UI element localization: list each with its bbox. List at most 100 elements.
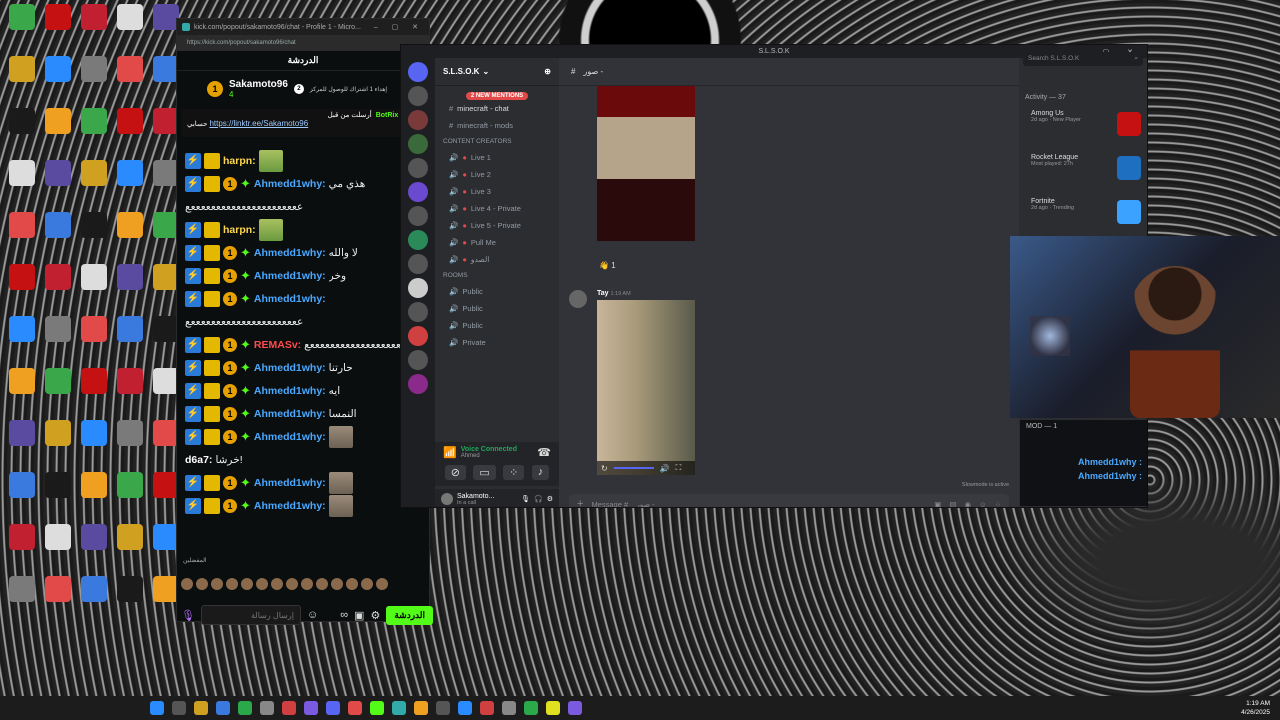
- kick-chat-input[interactable]: [200, 605, 301, 625]
- taskbar-app-icon[interactable]: [326, 701, 340, 715]
- message-author[interactable]: Tay: [597, 290, 609, 297]
- desktop-app-icon[interactable]: [76, 420, 112, 446]
- voice-status[interactable]: Voice Connected: [461, 446, 517, 453]
- kick-url-bar[interactable]: https://kick.com/popout/sakamoto96/chat: [177, 35, 429, 51]
- desktop-app-icon[interactable]: [40, 316, 76, 342]
- pinned-user[interactable]: BotRix: [376, 112, 399, 119]
- room-channel-item[interactable]: 🔊 Private: [435, 334, 559, 351]
- desktop-app-icon[interactable]: [40, 368, 76, 394]
- avatar[interactable]: [441, 493, 453, 505]
- room-channel-item[interactable]: 🔊 Public: [435, 317, 559, 334]
- taskbar-app-icon[interactable]: [524, 701, 538, 715]
- message-input[interactable]: + Message # صور - ▣ ▤ ◉ ☺ ⁘: [569, 494, 1009, 508]
- desktop-app-icon[interactable]: [112, 264, 148, 290]
- desktop-app-icon[interactable]: [112, 524, 148, 550]
- desktop-app-icon[interactable]: [76, 316, 112, 342]
- desktop-app-icon[interactable]: [76, 368, 112, 394]
- server-icon[interactable]: [408, 134, 428, 154]
- taskbar-app-icon[interactable]: [502, 701, 516, 715]
- desktop-app-icon[interactable]: [40, 108, 76, 134]
- sticker-icon[interactable]: ◉: [964, 500, 971, 508]
- tab-chat[interactable]: الدردشة: [177, 51, 429, 71]
- taskbar-app-icon[interactable]: [348, 701, 362, 715]
- taskbar-app-icon[interactable]: [370, 701, 384, 715]
- window-controls-icon[interactable]: – ▢ ✕: [374, 23, 424, 31]
- chat-username[interactable]: harpn:: [223, 224, 256, 236]
- room-channel-item[interactable]: 🔊 Public: [435, 300, 559, 317]
- chat-username[interactable]: d6a7:: [185, 454, 212, 466]
- link-icon[interactable]: ∞: [340, 609, 348, 621]
- streamer-name[interactable]: Sakamoto96: [229, 79, 288, 90]
- desktop-app-icon[interactable]: [76, 56, 112, 82]
- chat-username[interactable]: Ahmedd1why:: [254, 270, 326, 282]
- channel-item[interactable]: # minecraft - mods: [435, 117, 559, 134]
- server-icon[interactable]: [408, 158, 428, 178]
- voice-channel-item[interactable]: 🔊 ● Live 1: [435, 149, 559, 166]
- voice-channel-item[interactable]: 🔊 ● Live 2: [435, 166, 559, 183]
- image-attachment[interactable]: [597, 86, 695, 241]
- server-icon[interactable]: [408, 230, 428, 250]
- taskbar-app-icon[interactable]: [216, 701, 230, 715]
- desktop-app-icon[interactable]: [76, 472, 112, 498]
- disconnect-icon[interactable]: ☎: [537, 446, 551, 459]
- desktop-app-icon[interactable]: [40, 160, 76, 186]
- chat-username[interactable]: Ahmedd1why:: [254, 431, 326, 443]
- avatar[interactable]: [569, 290, 587, 308]
- desktop-app-icon[interactable]: [112, 108, 148, 134]
- taskbar-app-icon[interactable]: [568, 701, 582, 715]
- desktop-app-icon[interactable]: [4, 56, 40, 82]
- desktop-app-icon[interactable]: [76, 264, 112, 290]
- desktop-app-icon[interactable]: [4, 4, 40, 30]
- voice-channel-item[interactable]: 🔊 ● Live 4 - Private: [435, 200, 559, 217]
- chat-message-list[interactable]: ⚡ harpn: ⚡ 1 ✦ Ahmedd1why: هذي مي ععععععععععععع…: [177, 139, 429, 517]
- desktop-app-icon[interactable]: [112, 472, 148, 498]
- desktop-app-icon[interactable]: [112, 212, 148, 238]
- desktop-app-icon[interactable]: [4, 472, 40, 498]
- apps-icon[interactable]: ⁘: [995, 500, 1001, 508]
- emoji-icon[interactable]: ☺: [307, 609, 318, 621]
- desktop-app-icon[interactable]: [40, 576, 76, 602]
- server-icon[interactable]: [408, 278, 428, 298]
- activity-card[interactable]: Rocket League Most played: 27h: [1025, 154, 1143, 192]
- headphones-icon[interactable]: 🎧: [534, 495, 543, 503]
- chat-username[interactable]: REMASv:: [254, 339, 301, 351]
- taskbar-app-icon[interactable]: [304, 701, 318, 715]
- desktop-app-icon[interactable]: [40, 212, 76, 238]
- desktop-app-icon[interactable]: [112, 160, 148, 186]
- server-icon[interactable]: [408, 374, 428, 394]
- room-channel-item[interactable]: 🔊 Public: [435, 283, 559, 300]
- taskbar-app-icon[interactable]: [414, 701, 428, 715]
- taskbar-app-icon[interactable]: [282, 701, 296, 715]
- emoji-icon[interactable]: ☺: [979, 500, 987, 508]
- chat-username[interactable]: Ahmedd1why:: [254, 362, 326, 374]
- add-member-icon[interactable]: ⊕: [544, 67, 551, 76]
- taskbar-app-icon[interactable]: [436, 701, 450, 715]
- reaction[interactable]: 👋 1: [599, 261, 616, 270]
- send-button[interactable]: الدردشة: [386, 605, 434, 625]
- mentions-badge[interactable]: 2 NEW MENTIONS: [465, 92, 529, 100]
- taskbar-app-icon[interactable]: [546, 701, 560, 715]
- activities-icon[interactable]: ⁘: [503, 465, 525, 480]
- mic-icon[interactable]: 🎙: [181, 609, 195, 622]
- desktop-app-icon[interactable]: [4, 212, 40, 238]
- voice-channel-item[interactable]: 🔊 ● Pull Me: [435, 234, 559, 251]
- desktop-app-icon[interactable]: [4, 576, 40, 602]
- category-rooms[interactable]: ROOMS: [435, 268, 559, 283]
- server-icon[interactable]: [408, 326, 428, 346]
- server-icon[interactable]: [408, 86, 428, 106]
- server-icon[interactable]: [408, 350, 428, 370]
- desktop-app-icon[interactable]: [40, 56, 76, 82]
- chat-username[interactable]: Ahmedd1why:: [254, 385, 326, 397]
- chat-username[interactable]: Ahmedd1why:: [254, 247, 326, 259]
- taskbar-app-icon[interactable]: [194, 701, 208, 715]
- taskbar-app-icon[interactable]: [480, 701, 494, 715]
- mic-icon[interactable]: 🎙: [521, 495, 530, 503]
- taskbar-app-icon[interactable]: [238, 701, 252, 715]
- activity-card[interactable]: Fortnite 2d ago · Trending: [1025, 198, 1143, 236]
- progress-bar[interactable]: [613, 467, 654, 469]
- replay-icon[interactable]: ↻: [601, 464, 608, 473]
- voice-channel-item[interactable]: 🔊 ● الصدو: [435, 251, 559, 268]
- taskbar-app-icon[interactable]: [392, 701, 406, 715]
- gif-icon[interactable]: ▤: [949, 500, 956, 508]
- server-icon[interactable]: [408, 302, 428, 322]
